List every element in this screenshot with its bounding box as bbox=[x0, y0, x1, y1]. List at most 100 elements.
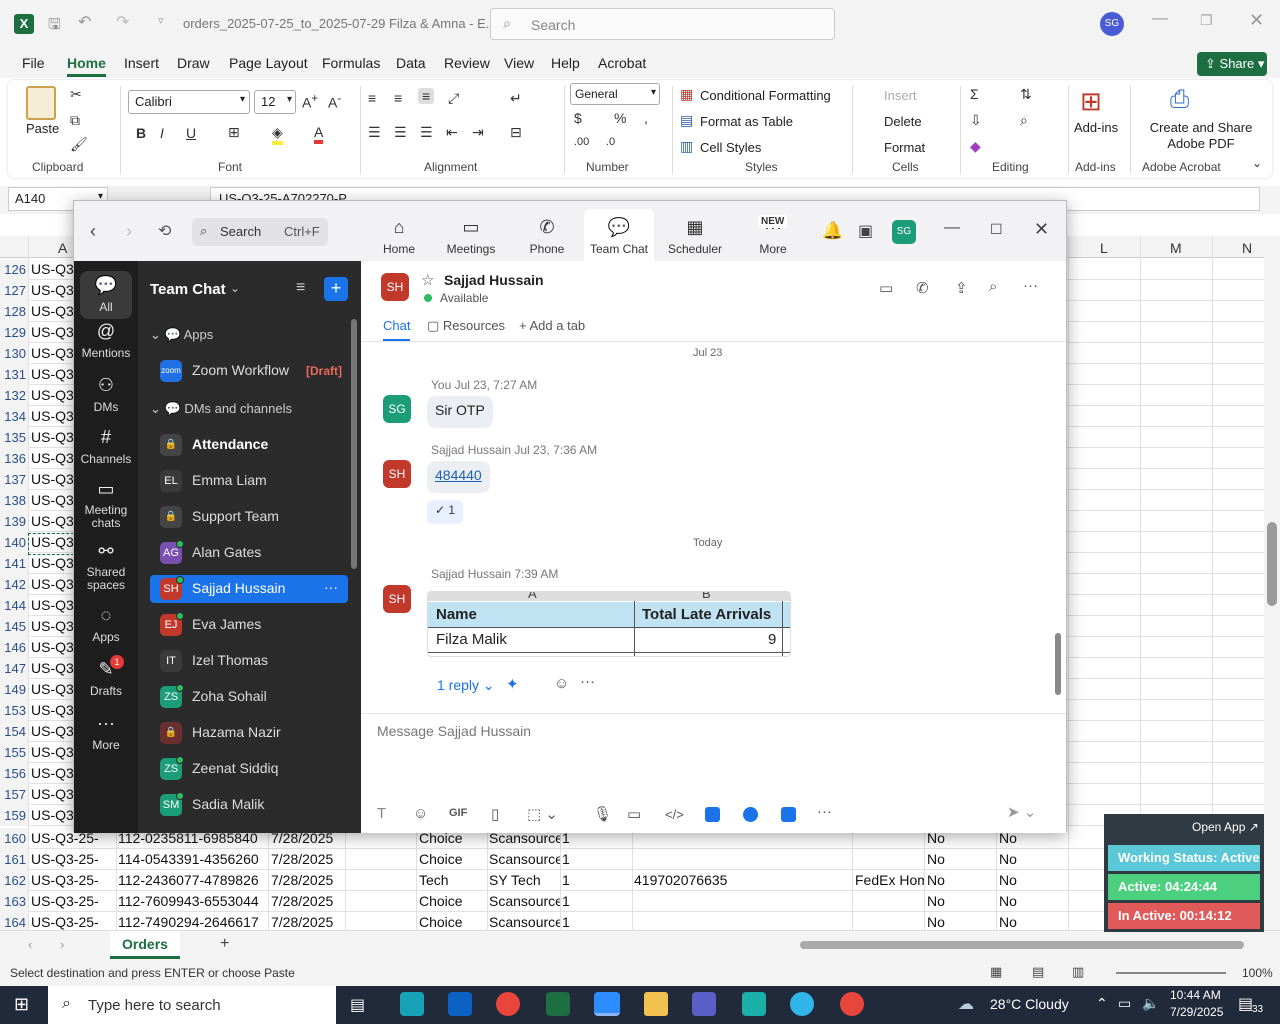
percent-icon[interactable]: % bbox=[614, 110, 626, 126]
align-middle-icon[interactable]: ≡ bbox=[394, 90, 402, 106]
calendar-widget-icon[interactable]: ▣ bbox=[858, 221, 873, 241]
adobe-pdf-icon[interactable]: ⎙ bbox=[1170, 86, 1189, 114]
cell-a[interactable]: US-Q3 bbox=[31, 805, 73, 826]
zoom-maximize-button[interactable]: ☐ bbox=[990, 221, 1003, 238]
save-icon[interactable]: 🖫 bbox=[48, 14, 61, 39]
cell-a[interactable]: US-Q3 bbox=[31, 679, 73, 700]
sort-filter-icon[interactable]: ⇅ bbox=[1020, 86, 1032, 103]
audio-call-icon[interactable]: ✆ bbox=[916, 279, 929, 297]
tab-help[interactable]: Help bbox=[551, 55, 580, 71]
chat-search-icon[interactable]: ⌕ bbox=[989, 278, 997, 295]
list-scrollbar[interactable] bbox=[351, 319, 357, 569]
cell-a[interactable]: US-Q3 bbox=[31, 553, 73, 574]
tab-draw[interactable]: Draw bbox=[177, 55, 210, 71]
filter-icon[interactable]: ≡ bbox=[296, 279, 305, 297]
cell-h[interactable] bbox=[634, 891, 854, 912]
cell-a[interactable]: US-Q3 bbox=[31, 616, 73, 637]
fill-icon[interactable]: ⇩ bbox=[970, 112, 982, 129]
column-header-a[interactable]: A bbox=[58, 240, 67, 256]
tab-acrobat[interactable]: Acrobat bbox=[598, 55, 646, 71]
clock-time[interactable]: 10:44 AM bbox=[1170, 988, 1221, 1002]
tab-chat[interactable]: Chat bbox=[383, 318, 411, 341]
video-message-icon[interactable]: ▭ bbox=[627, 805, 641, 823]
decrease-decimal-icon[interactable]: .0 bbox=[606, 136, 615, 148]
prev-sheet-icon[interactable]: ‹ bbox=[28, 937, 32, 952]
cell-a[interactable]: US-Q3 bbox=[31, 322, 73, 343]
row-header[interactable]: 136 bbox=[0, 448, 28, 469]
rail-channels[interactable]: # Channels bbox=[74, 427, 138, 466]
autosum-icon[interactable]: Σ bbox=[970, 86, 979, 102]
cell-h[interactable] bbox=[634, 849, 854, 870]
find-select-icon[interactable]: ⌕ bbox=[1020, 112, 1028, 129]
customize-toolbar-icon[interactable]: ▿ bbox=[158, 14, 164, 27]
message-more-icon[interactable]: ··· bbox=[580, 673, 595, 690]
new-chat-button[interactable]: + bbox=[324, 277, 348, 301]
align-left-icon[interactable]: ☰ bbox=[368, 124, 381, 141]
tab-resources[interactable]: ▢ Resources bbox=[427, 318, 505, 334]
volume-icon[interactable]: 🔈 bbox=[1142, 995, 1159, 1012]
tab-formulas[interactable]: Formulas bbox=[322, 55, 380, 71]
cell-k[interactable]: No bbox=[999, 849, 1069, 870]
italic-icon[interactable]: I bbox=[160, 125, 164, 141]
row-header[interactable]: 141 bbox=[0, 553, 28, 574]
add-sheet-icon[interactable]: + bbox=[220, 935, 229, 953]
list-item-more-icon[interactable]: ··· bbox=[324, 579, 338, 595]
zoom-close-button[interactable]: ✕ bbox=[1034, 219, 1049, 240]
cell-a[interactable]: US-Q3 bbox=[31, 280, 73, 301]
cell-b[interactable]: 112-7609943-6553044 bbox=[118, 891, 268, 912]
row-header[interactable]: 161 bbox=[0, 849, 28, 870]
chrome-icon-2[interactable] bbox=[840, 992, 864, 1016]
excel-taskbar-icon[interactable] bbox=[546, 992, 570, 1016]
row-header[interactable]: 127 bbox=[0, 280, 28, 301]
otp-link[interactable]: 484440 bbox=[435, 467, 482, 483]
cell-styles-icon[interactable]: ▥ bbox=[680, 138, 693, 155]
notifications-icon[interactable]: 🔔 bbox=[822, 221, 843, 241]
currency-icon[interactable]: $ bbox=[574, 110, 582, 126]
tab-review[interactable]: Review bbox=[444, 55, 490, 71]
cut-icon[interactable]: ✂ bbox=[70, 86, 82, 103]
tab-insert[interactable]: Insert bbox=[124, 55, 159, 71]
cell-a[interactable]: US-Q3 bbox=[31, 448, 73, 469]
notification-icon[interactable]: ▤ bbox=[1238, 994, 1253, 1014]
row-header[interactable]: 129 bbox=[0, 322, 28, 343]
paste-label[interactable]: Paste bbox=[26, 121, 59, 136]
favorite-icon[interactable]: ☆ bbox=[421, 271, 434, 289]
grow-font-icon[interactable]: A+ bbox=[302, 92, 318, 111]
cell-a[interactable]: US-Q3 bbox=[31, 301, 73, 322]
restore-button[interactable]: ❐ bbox=[1200, 12, 1213, 29]
image-attachment[interactable]: A B Name Total Late Arrivals Filza Malik… bbox=[427, 591, 791, 657]
cell-a[interactable]: US-Q3 bbox=[31, 763, 73, 784]
edge-icon[interactable] bbox=[790, 992, 814, 1016]
page-layout-view-icon[interactable]: ▤ bbox=[1032, 964, 1044, 980]
contact-avatar[interactable]: SH bbox=[381, 273, 409, 301]
cell-f[interactable]: SY Tech bbox=[489, 870, 561, 891]
zoom-minimize-button[interactable]: — bbox=[944, 219, 960, 237]
sheet-tab-orders[interactable]: Orders bbox=[110, 931, 180, 959]
borders-icon[interactable]: ⊞ bbox=[228, 124, 240, 141]
rail-drafts[interactable]: ✎ Drafts 1 bbox=[74, 655, 138, 698]
row-header[interactable]: 138 bbox=[0, 490, 28, 511]
cell-g[interactable]: 1 bbox=[562, 849, 632, 870]
tab-add[interactable]: + Add a tab bbox=[519, 318, 585, 333]
addins-icon[interactable]: ⊞ bbox=[1080, 86, 1102, 117]
zoom-tab-team-chat[interactable]: 💬 Team Chat bbox=[584, 209, 654, 261]
cell-e[interactable]: Choice bbox=[419, 891, 487, 912]
row-header[interactable]: 154 bbox=[0, 721, 28, 742]
list-item[interactable]: EJ Eva James bbox=[150, 611, 348, 639]
conditional-formatting-button[interactable]: Conditional Formatting bbox=[700, 88, 831, 103]
zoom-tab-scheduler[interactable]: ▦ Scheduler bbox=[660, 217, 730, 256]
cell-k[interactable]: No bbox=[999, 891, 1069, 912]
row-header[interactable]: 135 bbox=[0, 427, 28, 448]
copy-icon[interactable]: ⧉ bbox=[70, 112, 80, 129]
cell-a[interactable]: US-Q3 bbox=[31, 700, 73, 721]
zoom-avatar[interactable]: SG bbox=[892, 220, 916, 244]
cell-a[interactable]: US-Q3 bbox=[31, 574, 73, 595]
network-icon[interactable]: ▭ bbox=[1118, 995, 1131, 1012]
rail-meeting-chats[interactable]: ▭ Meeting chats bbox=[74, 479, 138, 530]
message-composer[interactable]: Message Sajjad Hussain bbox=[375, 723, 1051, 783]
row-header[interactable]: 159 bbox=[0, 805, 28, 826]
cell-i[interactable] bbox=[855, 849, 925, 870]
open-app-button[interactable]: Open App ↗ bbox=[1192, 820, 1259, 834]
avatar[interactable]: SG bbox=[1100, 12, 1124, 36]
column-header-l[interactable]: L bbox=[1100, 240, 1108, 256]
